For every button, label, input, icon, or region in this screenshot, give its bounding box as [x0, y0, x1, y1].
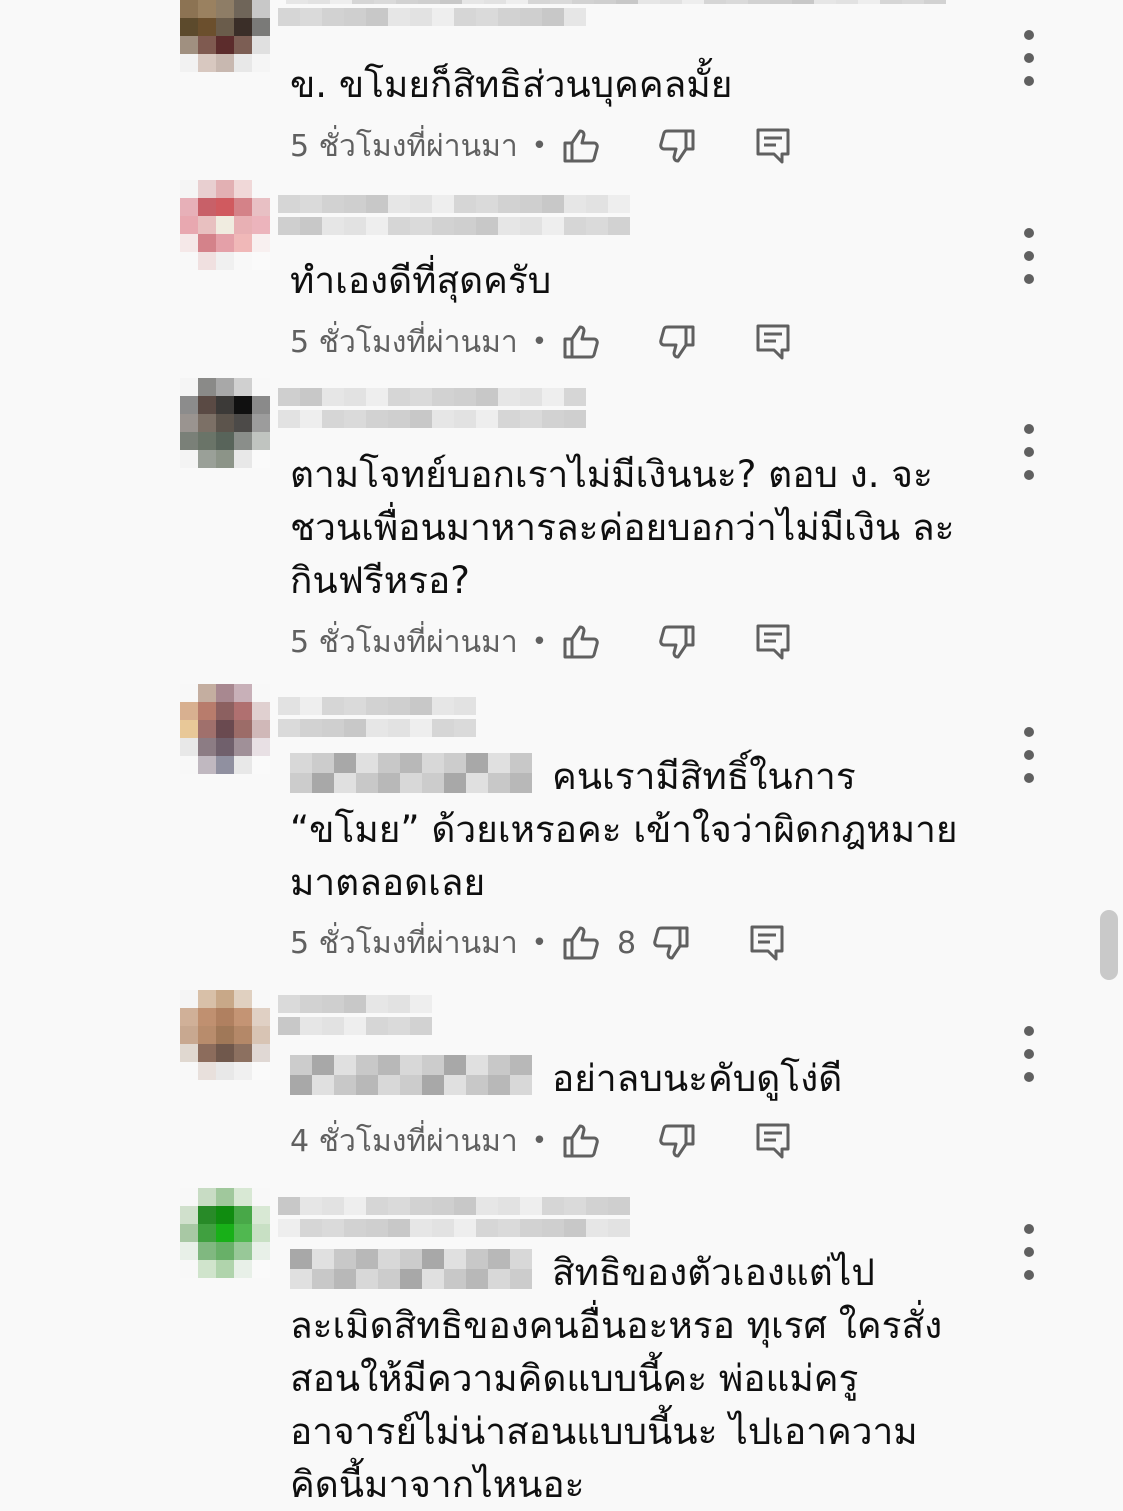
comments-screen: { "comments": [ { "text": "ข. ขโมยก็สิทธ…	[0, 0, 1123, 1511]
reply-icon[interactable]	[755, 323, 791, 361]
separator-dot: •	[531, 327, 548, 357]
reply-icon[interactable]	[749, 924, 785, 962]
more-vertical-icon[interactable]	[1013, 727, 1045, 783]
comment-actions: 5 ชั่วโมงที่ผ่านมา •	[290, 317, 791, 367]
author-name-redacted[interactable]	[278, 697, 476, 741]
comment-text: ทำเองดีที่สุดครับ	[290, 254, 960, 307]
thumbs-down-icon[interactable]	[657, 623, 697, 661]
avatar[interactable]	[180, 684, 270, 774]
reply-icon[interactable]	[755, 127, 791, 165]
comment-body: ข. ขโมยก็สิทธิส่วนบุคคลมั้ย	[290, 63, 733, 106]
comment-body: สิทธิของตัวเองแต่ไปละเมิดสิทธิของคนอื่นอ…	[290, 1251, 943, 1506]
author-name-redacted[interactable]	[278, 1197, 630, 1241]
thumbs-up-icon[interactable]	[561, 1122, 601, 1160]
avatar[interactable]	[180, 1188, 270, 1278]
author-name-redacted[interactable]	[278, 195, 630, 239]
thumbs-down-icon[interactable]	[657, 1122, 697, 1160]
comment-text: สิทธิของตัวเองแต่ไปละเมิดสิทธิของคนอื่นอ…	[290, 1246, 960, 1511]
comment-text: คนเรามีสิทธิ์ในการ “ขโมย” ด้วยเหรอคะ เข้…	[290, 750, 960, 909]
reply-icon[interactable]	[755, 1122, 791, 1160]
thumbs-down-icon[interactable]	[657, 127, 697, 165]
thumbs-down-icon[interactable]	[651, 924, 691, 962]
comment-body: ตามโจทย์บอกเราไม่มีเงินนะ? ตอบ ง. จะชวนเ…	[290, 453, 955, 602]
avatar[interactable]	[180, 180, 270, 270]
comment-body: ทำเองดีที่สุดครับ	[290, 259, 552, 302]
more-vertical-icon[interactable]	[1013, 30, 1045, 86]
separator-dot: •	[531, 1126, 548, 1156]
scrollbar-thumb[interactable]	[1100, 910, 1118, 980]
author-name-redacted[interactable]	[278, 0, 946, 30]
author-name-redacted[interactable]	[278, 388, 586, 432]
thumbs-up-icon[interactable]	[561, 127, 601, 165]
author-name-redacted[interactable]	[278, 995, 432, 1039]
separator-dot: •	[531, 928, 548, 958]
reply-icon[interactable]	[755, 623, 791, 661]
timestamp: 5 ชั่วโมงที่ผ่านมา	[290, 324, 518, 360]
comment-body: อย่าลบนะคับดูโง่ดี	[552, 1057, 843, 1100]
timestamp: 5 ชั่วโมงที่ผ่านมา	[290, 624, 518, 660]
comment-text: อย่าลบนะคับดูโง่ดี	[290, 1052, 960, 1105]
comment-text: ตามโจทย์บอกเราไม่มีเงินนะ? ตอบ ง. จะชวนเ…	[290, 448, 960, 607]
more-vertical-icon[interactable]	[1013, 1224, 1045, 1280]
avatar[interactable]	[180, 0, 270, 72]
like-count: 8	[617, 925, 637, 961]
mention-redacted[interactable]	[290, 1054, 532, 1095]
timestamp: 5 ชั่วโมงที่ผ่านมา	[290, 925, 518, 961]
thumbs-up-icon[interactable]	[561, 323, 601, 361]
timestamp: 5 ชั่วโมงที่ผ่านมา	[290, 128, 518, 164]
thumbs-up-icon[interactable]	[561, 623, 601, 661]
separator-dot: •	[531, 131, 548, 161]
thumbs-up-icon[interactable]	[561, 924, 601, 962]
comment-text: ข. ขโมยก็สิทธิส่วนบุคคลมั้ย	[290, 58, 960, 111]
separator-dot: •	[531, 627, 548, 657]
more-vertical-icon[interactable]	[1013, 424, 1045, 480]
comment-actions: 5 ชั่วโมงที่ผ่านมา • 8	[290, 918, 785, 968]
comment-actions: 5 ชั่วโมงที่ผ่านมา •	[290, 617, 791, 667]
timestamp: 4 ชั่วโมงที่ผ่านมา	[290, 1123, 518, 1159]
avatar[interactable]	[180, 990, 270, 1080]
more-vertical-icon[interactable]	[1013, 228, 1045, 284]
more-vertical-icon[interactable]	[1013, 1026, 1045, 1082]
comment-actions: 4 ชั่วโมงที่ผ่านมา •	[290, 1116, 791, 1166]
comment-actions: 5 ชั่วโมงที่ผ่านมา •	[290, 121, 791, 171]
mention-redacted[interactable]	[290, 752, 532, 793]
avatar[interactable]	[180, 378, 270, 468]
thumbs-down-icon[interactable]	[657, 323, 697, 361]
mention-redacted[interactable]	[290, 1248, 532, 1289]
